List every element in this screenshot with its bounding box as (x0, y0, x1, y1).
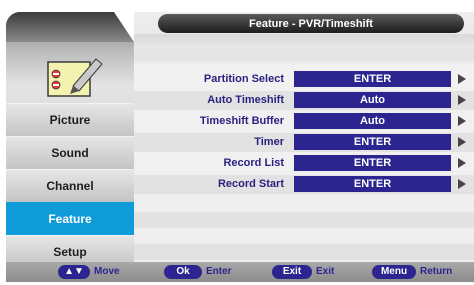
empty-row (134, 228, 474, 244)
setting-row-timeshift-buffer[interactable]: Timeshift Buffer Auto (134, 112, 474, 131)
setting-label: Timer (254, 136, 284, 148)
page-title: Feature - PVR/Timeshift (158, 14, 464, 33)
category-sidebar: Picture Sound Channel Feature Setup (6, 12, 134, 275)
empty-row (134, 212, 474, 228)
setting-label: Timeshift Buffer (199, 115, 284, 127)
setting-label: Record List (223, 157, 284, 169)
sidebar-item-sound[interactable]: Sound (6, 136, 134, 169)
empty-row (134, 244, 474, 260)
triangle-right-icon[interactable] (458, 179, 466, 189)
sidebar-item-picture[interactable]: Picture (6, 103, 134, 136)
setting-value[interactable]: ENTER (294, 176, 451, 192)
setting-value[interactable]: Auto (294, 92, 451, 108)
sidebar-item-label: Feature (48, 212, 92, 226)
menu-key-badge: Menu (372, 265, 416, 279)
tv-menu-screen: Picture Sound Channel Feature Setup Feat… (0, 0, 474, 285)
help-text-return: Return (420, 266, 453, 277)
setting-value[interactable]: ENTER (294, 155, 451, 171)
exit-key-badge: Exit (272, 265, 312, 279)
setting-label: Partition Select (203, 73, 284, 85)
triangle-right-icon[interactable] (458, 74, 466, 84)
triangle-right-icon[interactable] (458, 95, 466, 105)
setting-label: Auto Timeshift (207, 94, 284, 106)
sidebar-item-channel[interactable]: Channel (6, 169, 134, 202)
triangle-right-icon[interactable] (458, 137, 466, 147)
setting-row-record-start[interactable]: Record Start ENTER (134, 175, 474, 194)
help-text-move: Move (94, 266, 120, 277)
setting-label: Record Start (217, 178, 284, 190)
setting-row-auto-timeshift[interactable]: Auto Timeshift Auto (134, 91, 474, 110)
triangle-right-icon[interactable] (458, 158, 466, 168)
sidebar-item-label: Picture (49, 113, 91, 127)
notepad-pencil-icon (47, 58, 103, 97)
help-text-exit: Exit (316, 266, 335, 277)
setting-row-partition-select[interactable]: Partition Select ENTER (134, 70, 474, 89)
empty-row (134, 196, 474, 212)
triangle-right-icon[interactable] (458, 116, 466, 126)
sidebar-item-feature[interactable]: Feature (6, 202, 134, 235)
sidebar-item-label: Setup (53, 245, 87, 259)
setting-value[interactable]: ENTER (294, 71, 451, 87)
setting-row-record-list[interactable]: Record List ENTER (134, 154, 474, 173)
key-help-bar: ▲▼ Move Ok Enter Exit Exit Menu Return (6, 262, 474, 282)
header-divider (134, 34, 474, 48)
sidebar-item-label: Sound (51, 146, 89, 160)
settings-panel: Feature - PVR/Timeshift Partition Select… (134, 12, 474, 275)
up-down-arrows-icon: ▲▼ (58, 265, 90, 279)
setting-value[interactable]: ENTER (294, 134, 451, 150)
setting-value[interactable]: Auto (294, 113, 451, 129)
setting-row-timer[interactable]: Timer ENTER (134, 133, 474, 152)
help-text-enter: Enter (206, 266, 232, 277)
sidebar-item-label: Channel (46, 179, 94, 193)
ok-key-badge: Ok (164, 265, 202, 279)
